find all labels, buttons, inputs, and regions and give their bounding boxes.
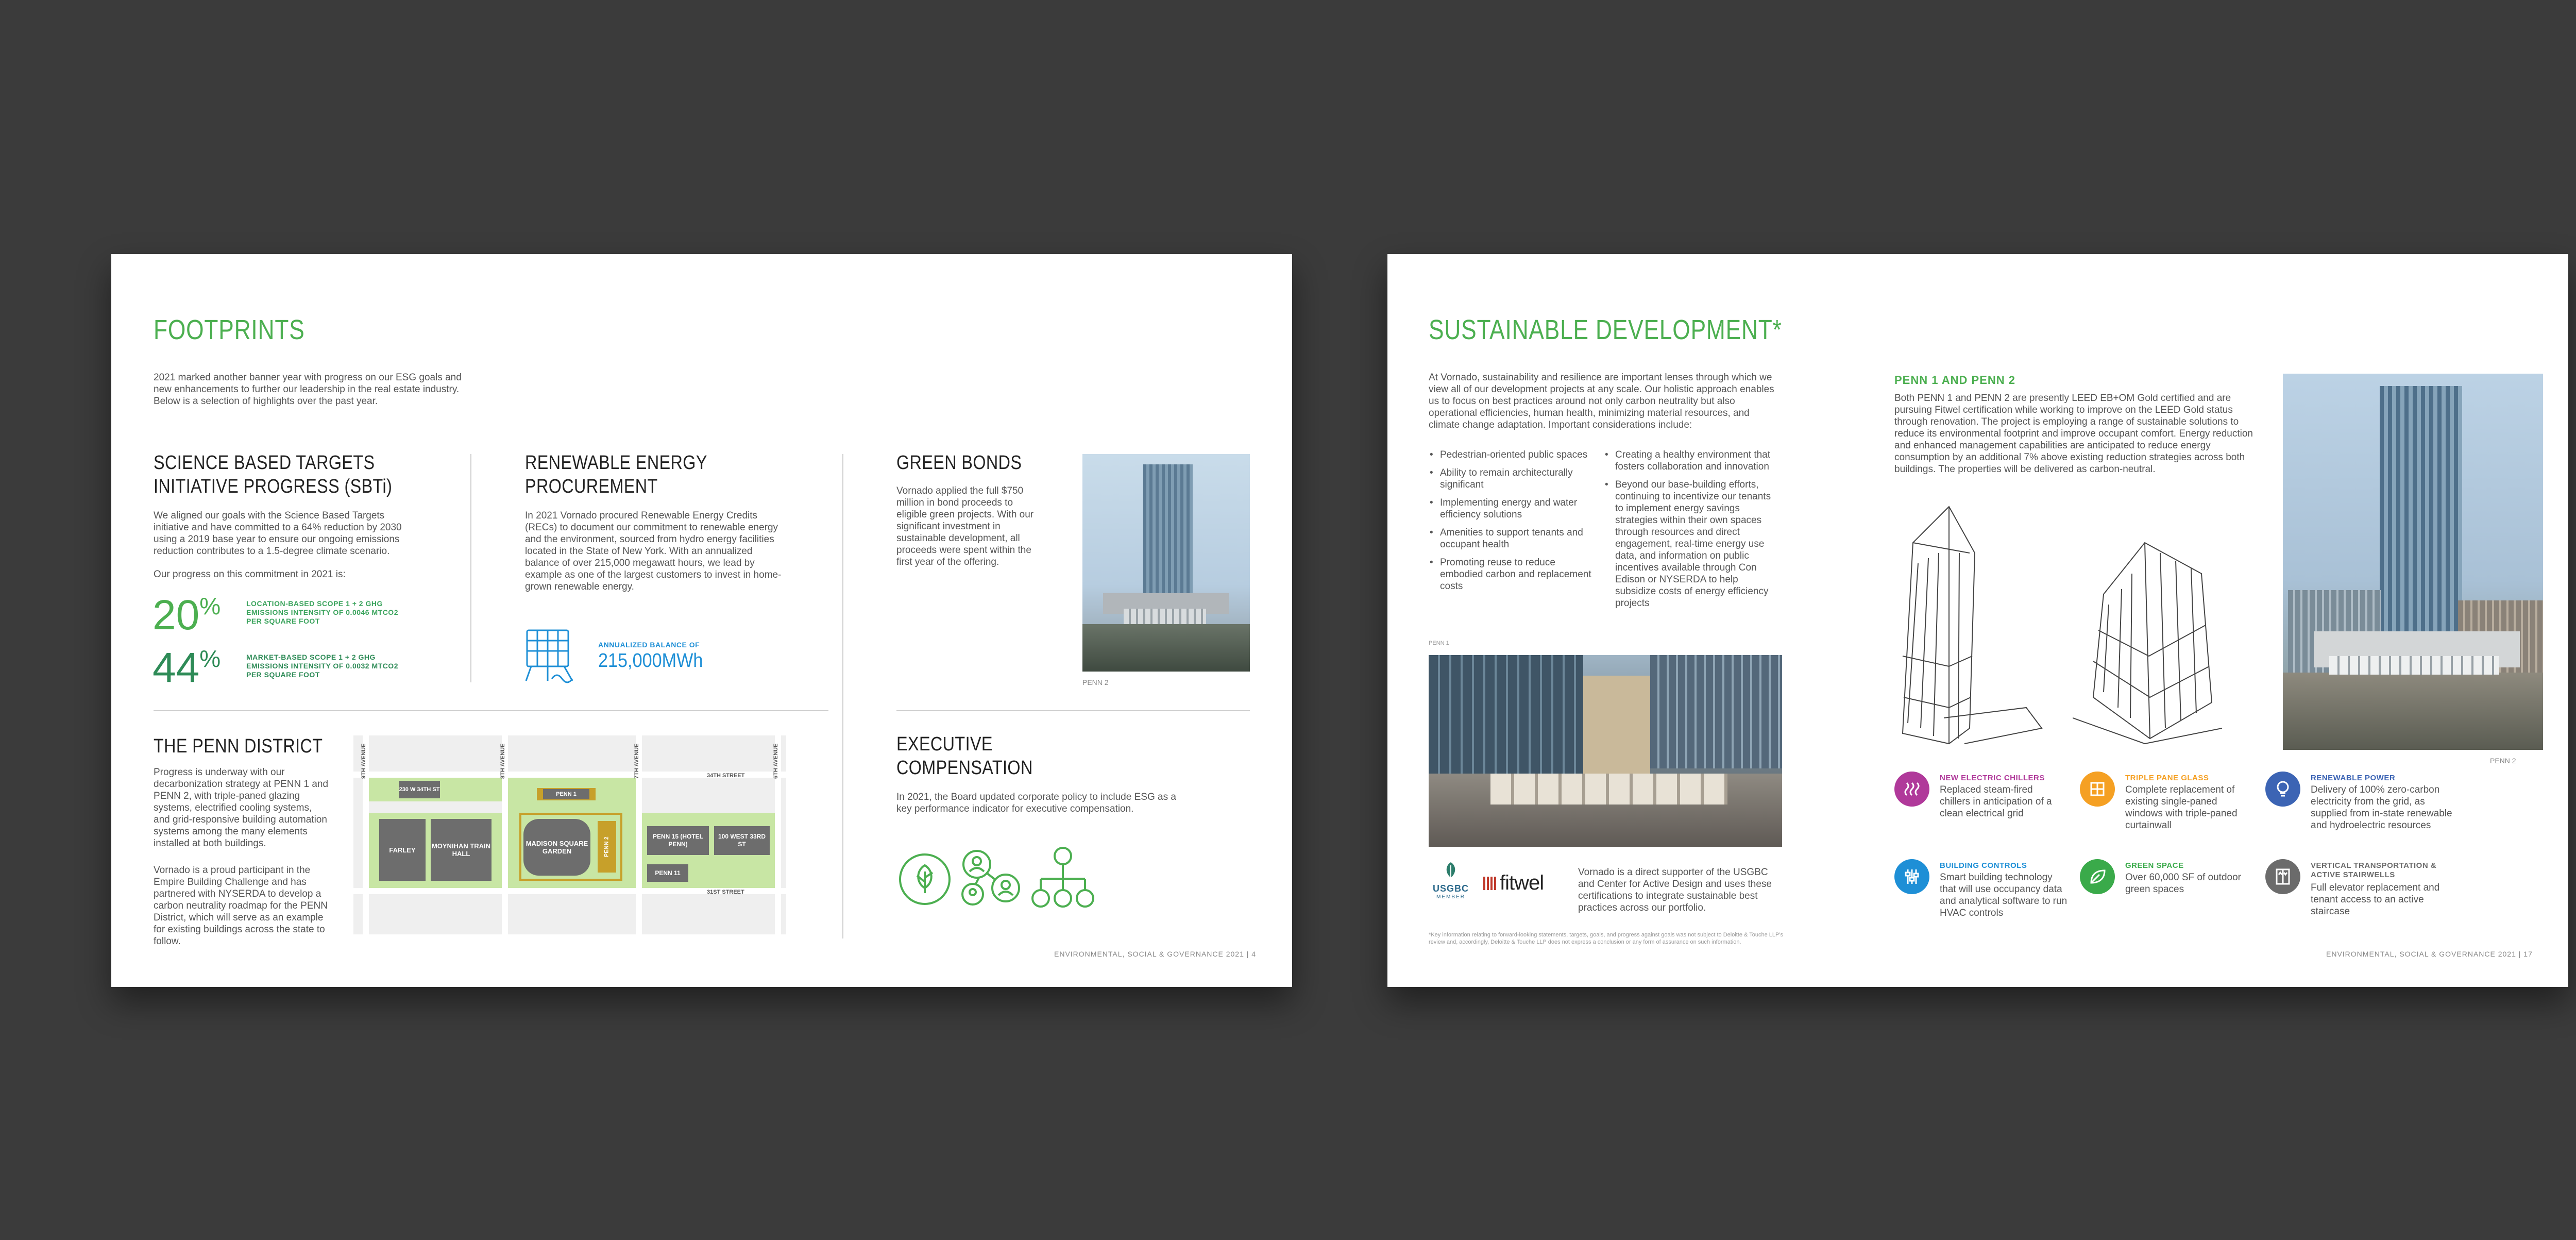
green-bonds-body: Vornado applied the full $750 million in… — [896, 485, 1034, 567]
people-network-icon — [956, 847, 1023, 911]
features-grid: NEW ELECTRIC CHILLERS Replaced steam-fir… — [1894, 772, 2544, 936]
exec-comp-body: In 2021, the Board updated corporate pol… — [896, 792, 1176, 814]
penn-district-body-2: Vornado is a proud participant in the Em… — [154, 865, 328, 947]
penn-body: Both PENN 1 and PENN 2 are presently LEE… — [1894, 393, 2253, 475]
exec-comp-heading: EXECUTIVE COMPENSATION — [896, 733, 1033, 779]
fitwel-logo: fitwel — [1483, 872, 1544, 895]
feature-title: RENEWABLE POWER — [2311, 774, 2396, 782]
report-page-sustainable-development: SUSTAINABLE DEVELOPMENT* At Vornado, sus… — [1387, 254, 2568, 987]
list-item: Creating a healthy environment that fost… — [1604, 449, 1779, 473]
report-page-footprints: FOOTPRINTS 2021 marked another banner ye… — [111, 254, 1292, 987]
balance-label: ANNUALIZED BALANCE OF — [598, 641, 700, 649]
sliders-icon — [1894, 859, 1929, 894]
divider — [470, 454, 471, 682]
penn-district-map: 230 W 34TH ST FARLEY MOYNIHAN TRAIN HALL… — [353, 735, 786, 934]
supporter-text: Vornado is a direct supporter of the USG… — [1578, 867, 1772, 913]
page-title: FOOTPRINTS — [154, 314, 305, 345]
intro-text: At Vornado, sustainability and resilienc… — [1429, 372, 1774, 430]
usgbc-logo: USGBC MEMBER — [1428, 860, 1474, 900]
penn1-photo — [1429, 655, 1782, 847]
feature-title: NEW ELECTRIC CHILLERS — [1940, 774, 2045, 782]
penn2-render — [2283, 374, 2543, 750]
renewable-body: In 2021 Vornado procured Renewable Energ… — [525, 510, 782, 592]
stat-44-label: MARKET-BASED SCOPE 1 + 2 GHG EMISSIONS I… — [246, 653, 398, 679]
feature-title: GREEN SPACE — [2125, 861, 2184, 870]
disclaimer: *Key information relating to forward-loo… — [1429, 932, 1783, 945]
penn-heading: PENN 1 AND PENN 2 — [1894, 374, 2016, 387]
list-item: Implementing energy and water efficiency… — [1429, 497, 1594, 521]
considerations-list-left: Pedestrian-oriented public spaces Abilit… — [1429, 449, 1594, 598]
hierarchy-icon — [1029, 846, 1096, 912]
feature-title: TRIPLE PANE GLASS — [2125, 774, 2209, 782]
page-footer: ENVIRONMENTAL, SOCIAL & GOVERNANCE 2021 … — [1054, 950, 1257, 958]
feature-title: BUILDING CONTROLS — [1940, 861, 2027, 870]
render-caption: PENN 2 — [2490, 757, 2516, 765]
sbti-heading: SCIENCE BASED TARGETS INITIATIVE PROGRES… — [154, 452, 393, 497]
green-bonds-heading: GREEN BONDS — [896, 452, 1022, 474]
penn-district-heading: THE PENN DISTRICT — [154, 735, 323, 757]
divider — [154, 710, 828, 711]
penn2-sketch — [2072, 532, 2227, 751]
sbti-progress-label: Our progress on this commitment in 2021 … — [154, 569, 346, 580]
fitwel-mark-icon — [1483, 876, 1497, 890]
window-icon — [2080, 772, 2115, 807]
divider — [896, 710, 1250, 711]
feature-title: VERTICAL TRANSPORTATION & ACTIVE STAIRWE… — [2311, 861, 2437, 879]
leaf-icon — [2080, 859, 2115, 894]
elevator-icon — [2265, 859, 2300, 894]
list-item: Ability to remain architecturally signif… — [1429, 467, 1594, 491]
usgbc-leaf-icon — [1446, 862, 1455, 878]
penn2-photo — [1082, 454, 1250, 672]
page-footer: ENVIRONMENTAL, SOCIAL & GOVERNANCE 2021 … — [2326, 950, 2533, 958]
feature-body: Full elevator replacement and tenant acc… — [2311, 882, 2440, 917]
stat-44-percent: 44% — [152, 644, 221, 691]
leaf-icon — [896, 851, 953, 910]
feature-body: Over 60,000 SF of outdoor green spaces — [2125, 872, 2241, 895]
penn1-sketch — [1892, 501, 2047, 751]
feature-body: Delivery of 100% zero-carbon electricity… — [2311, 784, 2452, 831]
considerations-list-right: Creating a healthy environment that fost… — [1604, 449, 1779, 615]
feature-body: Complete replacement of existing single-… — [2125, 784, 2238, 831]
feature-body: Replaced steam-fired chillers in anticip… — [1940, 784, 2052, 819]
lightbulb-icon — [2265, 772, 2300, 807]
list-item: Amenities to support tenants and occupan… — [1429, 527, 1594, 550]
list-item: Pedestrian-oriented public spaces — [1429, 449, 1594, 461]
divider — [842, 454, 843, 939]
penn-district-body-1: Progress is underway with our decarboniz… — [154, 767, 329, 849]
photo-caption: PENN 1 — [1429, 640, 1449, 646]
list-item: Promoting reuse to reduce embodied carbo… — [1429, 557, 1594, 592]
balance-value: 215,000MWh — [598, 650, 703, 672]
solar-panel-icon — [521, 625, 588, 687]
heat-waves-icon — [1894, 772, 1929, 807]
green-bonds-caption: PENN 2 — [1082, 678, 1109, 686]
sbti-body: We aligned our goals with the Science Ba… — [154, 510, 402, 557]
renewable-heading: RENEWABLE ENERGY PROCUREMENT — [525, 452, 707, 497]
stat-20-percent: 20% — [152, 592, 221, 639]
feature-body: Smart building technology that will use … — [1940, 872, 2067, 918]
list-item: Beyond our base-building efforts, contin… — [1604, 479, 1779, 609]
page-title: SUSTAINABLE DEVELOPMENT* — [1429, 314, 1782, 345]
intro-text: 2021 marked another banner year with pro… — [154, 372, 462, 407]
stat-20-label: LOCATION-BASED SCOPE 1 + 2 GHG EMISSIONS… — [246, 599, 398, 625]
